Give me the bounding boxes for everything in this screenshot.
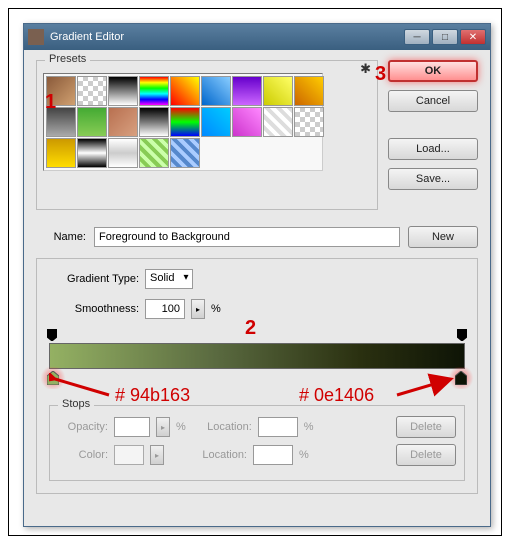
- gradient-type-select[interactable]: Solid: [145, 269, 193, 289]
- opacity-spinner[interactable]: ▸: [156, 417, 170, 437]
- presets-label: Presets: [45, 53, 90, 65]
- load-button[interactable]: Load...: [388, 138, 478, 160]
- color-location-input[interactable]: [253, 445, 293, 465]
- preset-swatch[interactable]: [294, 107, 324, 137]
- presets-menu-icon[interactable]: ✱: [360, 61, 371, 77]
- opacity-stop-right[interactable]: [457, 329, 467, 341]
- color-delete-button[interactable]: Delete: [396, 444, 456, 466]
- gradient-editor-strip: [49, 329, 465, 399]
- opacity-percent: %: [176, 421, 186, 433]
- smoothness-spinner[interactable]: ▸: [191, 299, 205, 319]
- preset-swatch[interactable]: [263, 107, 293, 137]
- stops-group: Stops Opacity: ▸ % Location: % Delete Co…: [49, 405, 465, 481]
- preset-swatch[interactable]: [263, 76, 293, 106]
- opacity-location-percent: %: [304, 421, 314, 433]
- maximize-button[interactable]: □: [432, 29, 458, 45]
- preset-swatch[interactable]: [77, 76, 107, 106]
- color-swatch[interactable]: [114, 445, 144, 465]
- outer-frame: Gradient Editor ─ □ ✕ Presets ✱ OK Cance…: [8, 8, 502, 536]
- preset-swatch[interactable]: [108, 107, 138, 137]
- opacity-input[interactable]: [114, 417, 150, 437]
- presets-group: Presets ✱: [36, 60, 378, 210]
- opacity-stop-left[interactable]: [47, 329, 57, 341]
- gradient-type-label: Gradient Type:: [49, 273, 139, 285]
- save-button[interactable]: Save...: [388, 168, 478, 190]
- cancel-button[interactable]: Cancel: [388, 90, 478, 112]
- preset-swatch[interactable]: [170, 107, 200, 137]
- preset-swatch[interactable]: [170, 76, 200, 106]
- color-stop-right[interactable]: [455, 371, 467, 385]
- preset-swatch[interactable]: [170, 138, 200, 168]
- color-location-percent: %: [299, 449, 309, 461]
- name-label: Name:: [36, 231, 86, 243]
- preset-swatch[interactable]: [108, 138, 138, 168]
- preset-swatch[interactable]: [294, 76, 324, 106]
- percent-label: %: [211, 303, 221, 315]
- preset-swatch[interactable]: [46, 138, 76, 168]
- preset-swatch[interactable]: [139, 107, 169, 137]
- preset-swatch[interactable]: [201, 107, 231, 137]
- preset-swatch[interactable]: [77, 107, 107, 137]
- preset-swatch[interactable]: [232, 76, 262, 106]
- color-location-label: Location:: [187, 449, 247, 461]
- gradient-editor-dialog: Gradient Editor ─ □ ✕ Presets ✱ OK Cance…: [23, 23, 491, 527]
- app-icon: [28, 29, 44, 45]
- preset-swatch[interactable]: [232, 107, 262, 137]
- preset-swatch[interactable]: [201, 76, 231, 106]
- preset-swatch-grid: [43, 73, 323, 171]
- preset-swatch[interactable]: [139, 138, 169, 168]
- gradient-bar[interactable]: [49, 343, 465, 369]
- minimize-button[interactable]: ─: [404, 29, 430, 45]
- window-title: Gradient Editor: [50, 31, 404, 43]
- smoothness-label: Smoothness:: [49, 303, 139, 315]
- opacity-delete-button[interactable]: Delete: [396, 416, 456, 438]
- opacity-label: Opacity:: [58, 421, 108, 433]
- titlebar[interactable]: Gradient Editor ─ □ ✕: [24, 24, 490, 50]
- preset-swatch[interactable]: [139, 76, 169, 106]
- smoothness-input[interactable]: [145, 299, 185, 319]
- preset-swatch[interactable]: [77, 138, 107, 168]
- name-input[interactable]: [94, 227, 400, 247]
- gradient-settings-group: Gradient Type: Solid Smoothness: ▸ %: [36, 258, 478, 494]
- color-label: Color:: [58, 449, 108, 461]
- preset-swatch[interactable]: [46, 107, 76, 137]
- new-button[interactable]: New: [408, 226, 478, 248]
- ok-button[interactable]: OK: [388, 60, 478, 82]
- preset-swatch[interactable]: [108, 76, 138, 106]
- opacity-location-label: Location:: [192, 421, 252, 433]
- color-stop-left[interactable]: [47, 371, 59, 385]
- opacity-location-input[interactable]: [258, 417, 298, 437]
- preset-swatch[interactable]: [46, 76, 76, 106]
- close-button[interactable]: ✕: [460, 29, 486, 45]
- stops-label: Stops: [58, 398, 94, 410]
- color-picker-arrow[interactable]: ▸: [150, 445, 164, 465]
